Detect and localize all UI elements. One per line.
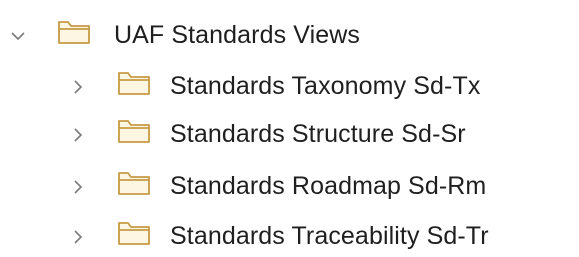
tree-node-standards-traceability[interactable]: Standards Traceability Sd-Tr xyxy=(0,216,579,256)
folder-icon xyxy=(56,17,92,47)
tree-node-label: Standards Roadmap Sd-Rm xyxy=(170,172,487,200)
folder-icon xyxy=(116,68,152,98)
tree-node-standards-roadmap[interactable]: Standards Roadmap Sd-Rm xyxy=(0,166,579,206)
tree-node-standards-structure[interactable]: Standards Structure Sd-Sr xyxy=(0,114,579,154)
folder-icon xyxy=(116,218,152,248)
folder-icon xyxy=(116,116,152,146)
tree-node-standards-taxonomy[interactable]: Standards Taxonomy Sd-Tx xyxy=(0,66,579,106)
tree-node-uaf-standards-views[interactable]: UAF Standards Views xyxy=(0,15,579,55)
project-tree: UAF Standards Views Standards Taxonomy S… xyxy=(0,0,579,257)
folder-icon xyxy=(116,168,152,198)
tree-node-label: UAF Standards Views xyxy=(114,21,360,49)
tree-node-label: Standards Structure Sd-Sr xyxy=(170,120,466,148)
chevron-right-icon[interactable] xyxy=(68,77,88,97)
chevron-down-icon[interactable] xyxy=(8,26,28,46)
chevron-right-icon[interactable] xyxy=(68,177,88,197)
tree-node-label: Standards Taxonomy Sd-Tx xyxy=(170,72,481,100)
tree-node-label: Standards Traceability Sd-Tr xyxy=(170,222,489,250)
chevron-right-icon[interactable] xyxy=(68,125,88,145)
chevron-right-icon[interactable] xyxy=(68,227,88,247)
